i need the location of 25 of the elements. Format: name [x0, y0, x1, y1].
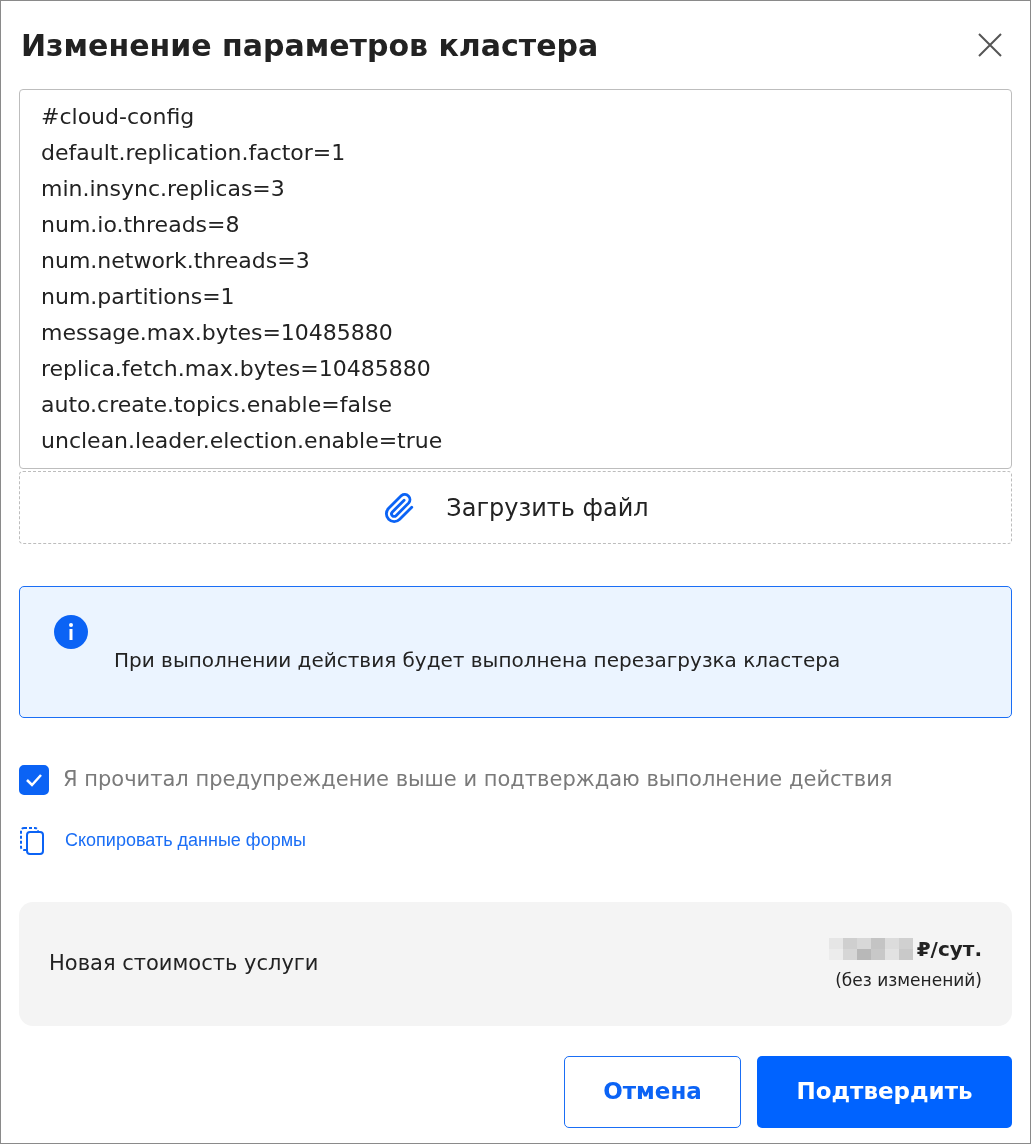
config-line: message.max.bytes=10485880 [41, 319, 394, 347]
price-unit: ₽/сут. [916, 935, 982, 963]
price-note: (без изменений) [835, 968, 982, 992]
close-icon [977, 32, 1003, 58]
config-line: auto.create.topics.enable=false [41, 391, 393, 419]
config-line: num.io.threads=8 [41, 211, 241, 239]
confirm-button[interactable]: Подтвердить [757, 1055, 1012, 1128]
checkbox[interactable] [19, 764, 49, 795]
config-text-area[interactable] [19, 89, 1012, 469]
copy-icon [19, 825, 47, 856]
cost-label: Новая стоимость услуги [49, 949, 319, 977]
config-line: num.partitions=1 [41, 283, 236, 311]
config-line: replica.fetch.max.bytes=10485880 [41, 355, 432, 383]
config-line: #cloud-config [41, 103, 196, 131]
upload-file-button[interactable]: Загрузить файл [19, 471, 1012, 544]
config-line: default.replication.factor=1 [41, 139, 347, 167]
info-icon [54, 615, 88, 649]
config-line: min.insync.replicas=3 [41, 175, 286, 203]
copy-form-data-link[interactable]: Скопировать данные формы [65, 827, 306, 854]
confirm-label: Я прочитал предупреждение выше и подтверждаю выполнение действия [63, 766, 893, 793]
dialog-title: Изменение параметров кластера [21, 26, 599, 65]
config-line: num.network.threads=3 [41, 247, 311, 275]
config-line: unclean.leader.election.enable=true [41, 427, 444, 455]
cancel-button[interactable]: Отмена [564, 1055, 741, 1128]
info-message: При выполнении действия будет выполнена перезагрузка кластера [114, 647, 841, 674]
